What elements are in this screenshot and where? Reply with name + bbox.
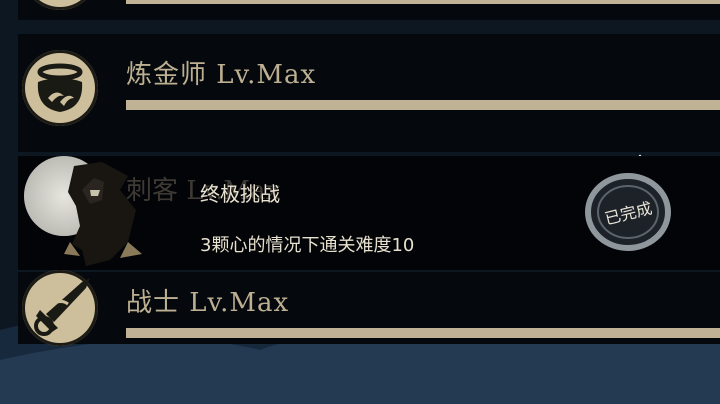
warrior-progress-bar (126, 328, 720, 338)
alchemist-progress-bar (126, 100, 720, 110)
warrior-title: 战士 Lv.Max (126, 288, 290, 318)
cauldron-icon (37, 63, 83, 112)
warrior-badge (22, 270, 98, 346)
sword-icon (34, 278, 90, 336)
completed-stamp: 已完成 (582, 172, 674, 252)
achievement-row-alchemist[interactable] (18, 34, 720, 152)
alchemist-title: 炼金师 Lv.Max (126, 60, 317, 90)
challenge-title: 终极挑战 (200, 182, 280, 206)
alchemist-badge (22, 50, 98, 126)
progress-bar-top (126, 0, 720, 4)
challenge-description: 3颗心的情况下通关难度10 (200, 235, 415, 256)
